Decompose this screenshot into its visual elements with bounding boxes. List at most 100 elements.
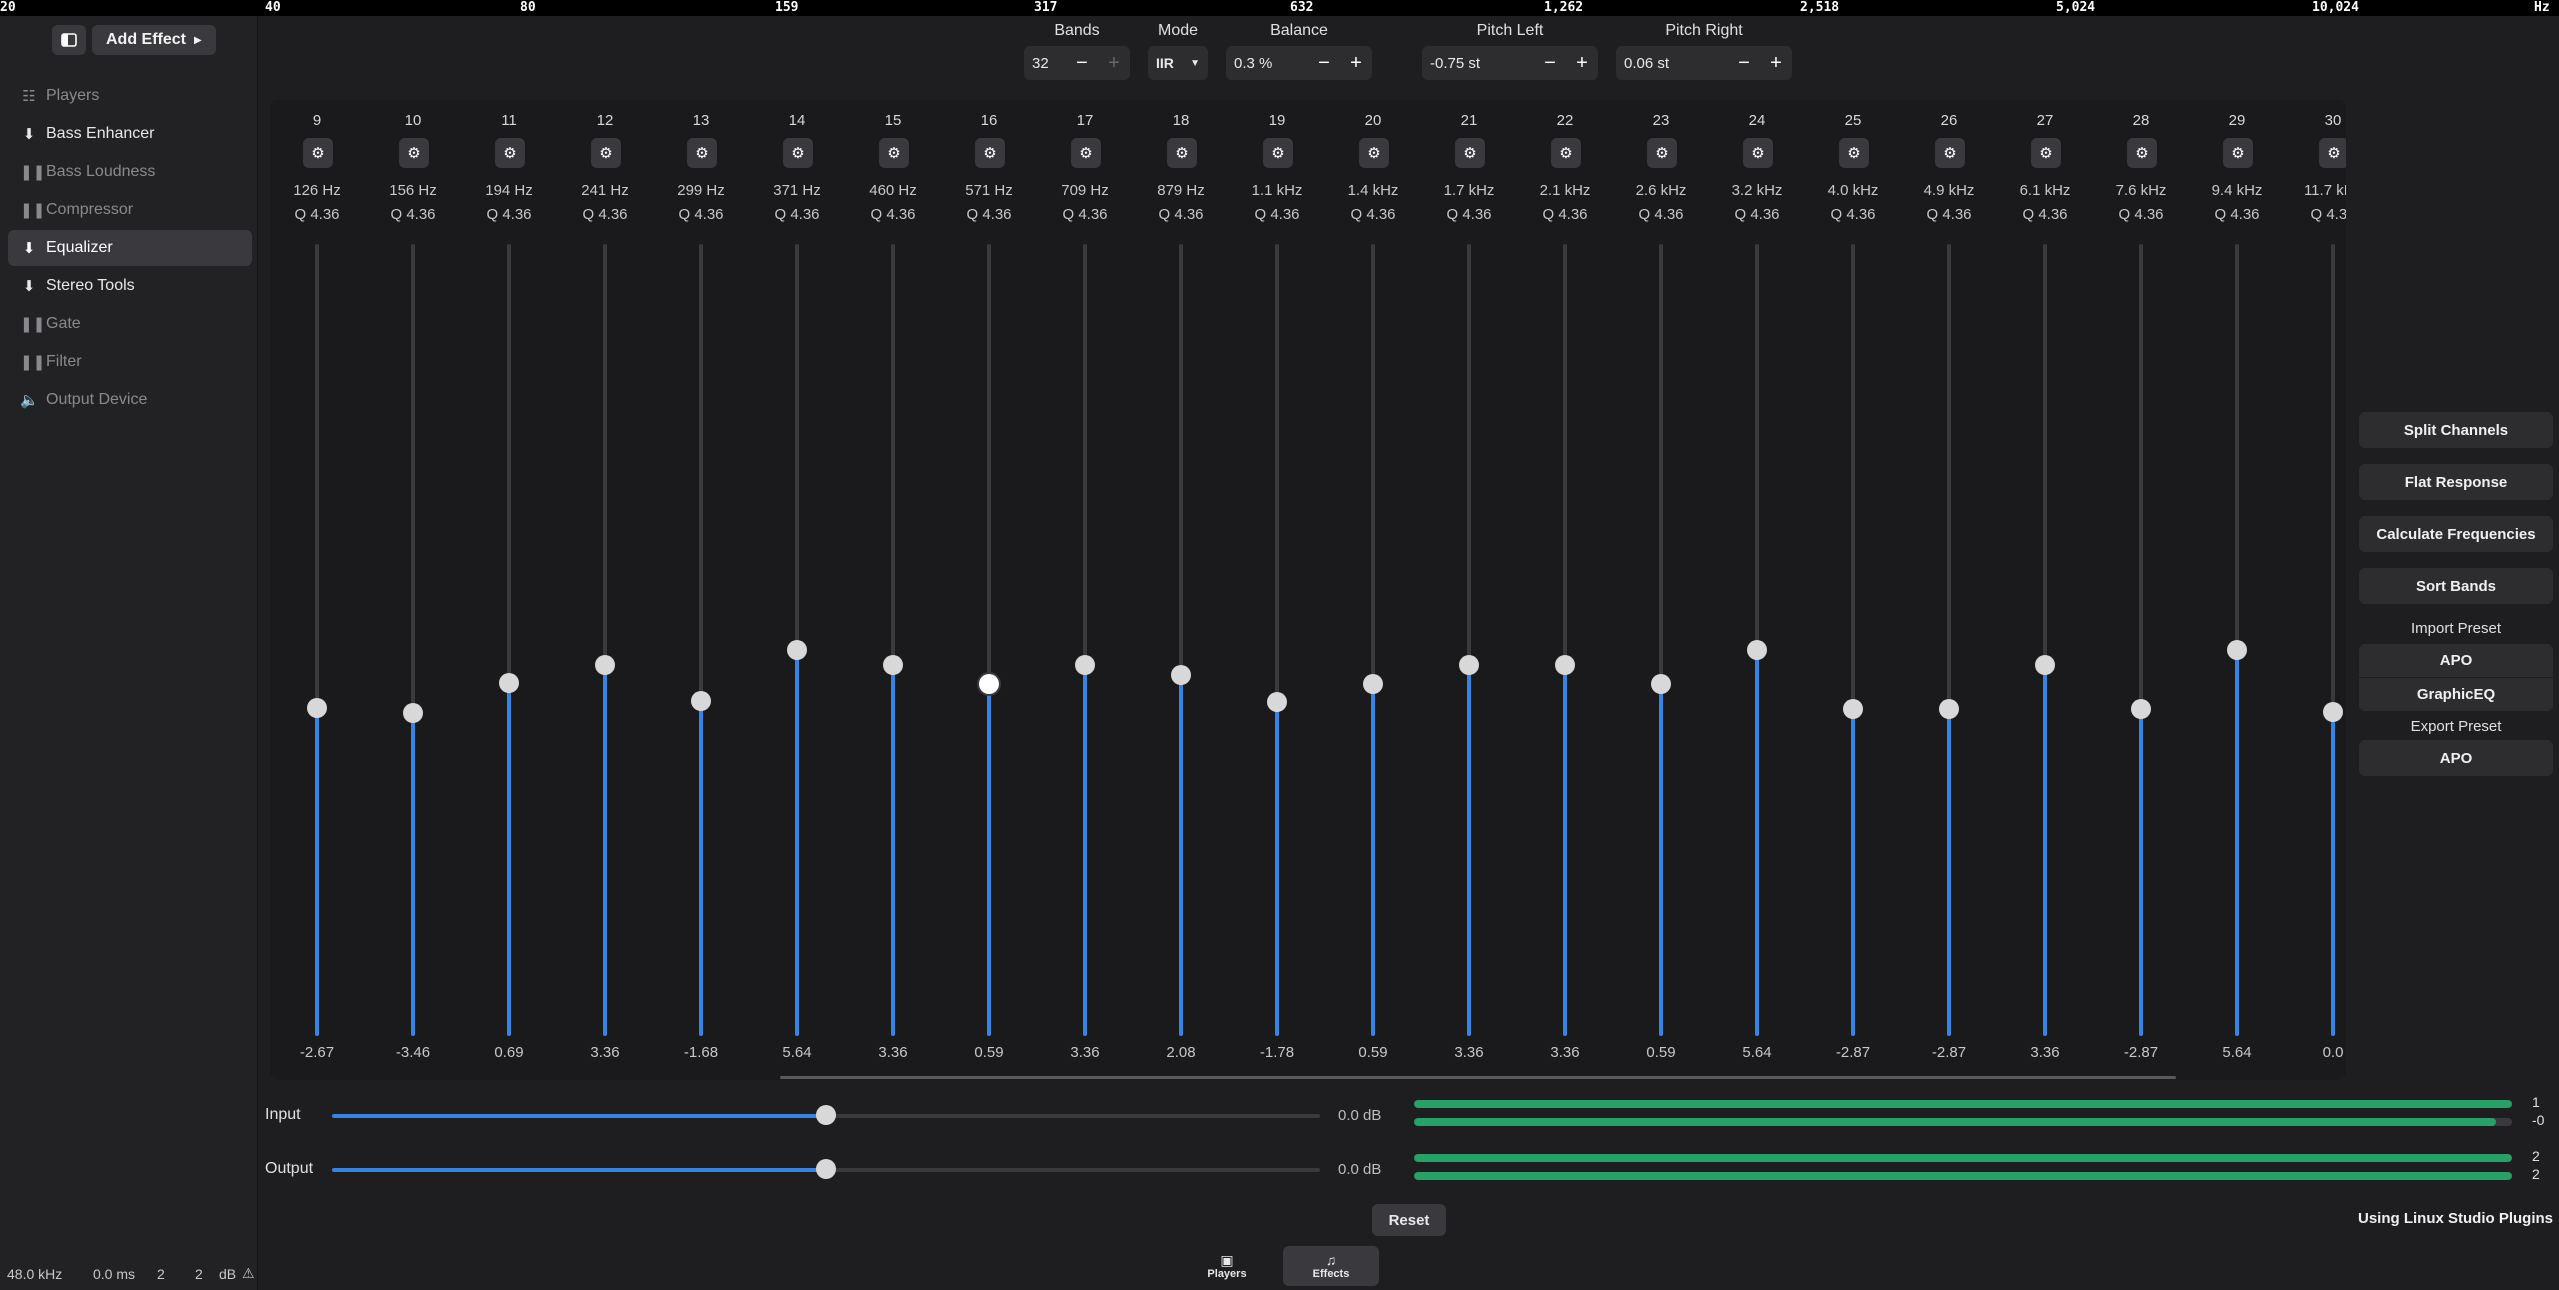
pitch-left-increment-button[interactable]: +: [1566, 52, 1598, 75]
band-gain-handle[interactable]: [2227, 640, 2247, 660]
band-settings-button[interactable]: ⚙: [1839, 138, 1869, 168]
gear-icon: ⚙: [407, 145, 421, 162]
band-q: Q 4.36: [1062, 206, 1108, 223]
band-settings-button[interactable]: ⚙: [495, 138, 525, 168]
band-gain-handle[interactable]: [1555, 655, 1575, 675]
band-settings-button[interactable]: ⚙: [879, 138, 909, 168]
gear-icon: ⚙: [1079, 145, 1093, 162]
band-gain-handle[interactable]: [2323, 702, 2343, 722]
tab-effects[interactable]: ♫ Effects: [1283, 1246, 1379, 1286]
input-gain-handle[interactable]: [816, 1105, 836, 1125]
pitch-left-decrement-button[interactable]: −: [1534, 52, 1566, 75]
band-settings-button[interactable]: ⚙: [2319, 138, 2346, 168]
reset-button[interactable]: Reset: [1372, 1204, 1446, 1236]
band-gain-value: -2.87: [2123, 1044, 2159, 1061]
band-settings-button[interactable]: ⚙: [1743, 138, 1773, 168]
add-effect-button[interactable]: Add Effect ▶: [92, 25, 216, 55]
band-gain-handle[interactable]: [1939, 699, 1959, 719]
band-gain-handle[interactable]: [1843, 699, 1863, 719]
band-settings-button[interactable]: ⚙: [591, 138, 621, 168]
band-frequency: 879 Hz: [1157, 182, 1205, 199]
band-settings-button[interactable]: ⚙: [975, 138, 1005, 168]
sidebar-item-stereo-tools[interactable]: ⬇ Stereo Tools: [8, 268, 252, 304]
band-gain-handle[interactable]: [1267, 692, 1287, 712]
band-settings-button[interactable]: ⚙: [783, 138, 813, 168]
band-gain-handle[interactable]: [979, 674, 999, 694]
import-graphiceq-button[interactable]: GraphicEQ: [2359, 678, 2553, 711]
band-gain-handle[interactable]: [883, 655, 903, 675]
bands-increment-button[interactable]: +: [1098, 52, 1130, 75]
sidebar-item-equalizer[interactable]: ⬇ Equalizer: [8, 230, 252, 266]
export-apo-button[interactable]: APO: [2359, 740, 2553, 776]
band-settings-button[interactable]: ⚙: [687, 138, 717, 168]
mode-dropdown[interactable]: IIR ▼: [1148, 46, 1208, 80]
bands-decrement-button[interactable]: −: [1066, 52, 1098, 75]
sidebar-item-output-device[interactable]: 🔈 Output Device: [8, 382, 252, 418]
sidebar-item-compressor[interactable]: ❚❚ Compressor: [8, 192, 252, 228]
band-settings-button[interactable]: ⚙: [1935, 138, 1965, 168]
sidebar-item-filter[interactable]: ❚❚ Filter: [8, 344, 252, 380]
band-gain-handle[interactable]: [307, 698, 327, 718]
band-gain-handle[interactable]: [691, 691, 711, 711]
band-gain-handle[interactable]: [1075, 655, 1095, 675]
pitch-left-value[interactable]: -0.75 st: [1422, 55, 1534, 72]
band-gain-value: 0.69: [494, 1044, 524, 1061]
output-gain-handle[interactable]: [816, 1159, 836, 1179]
sidebar-item-label: Filter: [46, 353, 82, 370]
band-q: Q 4.36: [2310, 206, 2346, 223]
band-settings-button[interactable]: ⚙: [2223, 138, 2253, 168]
band-settings-button[interactable]: ⚙: [1359, 138, 1389, 168]
sidebar-toggle-button[interactable]: [52, 25, 86, 55]
tab-players[interactable]: ▣ Players: [1179, 1246, 1275, 1286]
band-gain-handle[interactable]: [403, 703, 423, 723]
band-settings-button[interactable]: ⚙: [2031, 138, 2061, 168]
bands-scrollbar[interactable]: [780, 1076, 2176, 1079]
band-settings-button[interactable]: ⚙: [1551, 138, 1581, 168]
band-number: 17: [1076, 112, 1094, 129]
band-q: Q 4.36: [966, 206, 1012, 223]
pitch-right-increment-button[interactable]: +: [1760, 52, 1792, 75]
output-gain-slider[interactable]: [332, 1159, 1320, 1179]
mode-value: IIR: [1156, 55, 1174, 71]
band-settings-button[interactable]: ⚙: [399, 138, 429, 168]
pitch-right-decrement-button[interactable]: −: [1728, 52, 1760, 75]
band-settings-button[interactable]: ⚙: [2127, 138, 2157, 168]
band-settings-button[interactable]: ⚙: [1167, 138, 1197, 168]
import-apo-button[interactable]: APO: [2359, 644, 2553, 677]
band-gain-handle[interactable]: [787, 640, 807, 660]
band-frequency: 4.9 kHz: [1923, 182, 1975, 199]
pitch-right-value[interactable]: 0.06 st: [1616, 55, 1728, 72]
band-gain-handle[interactable]: [1459, 655, 1479, 675]
sidebar-item-bass-loudness[interactable]: ❚❚ Bass Loudness: [8, 154, 252, 190]
sidebar-item-players[interactable]: ☷ Players: [8, 78, 252, 114]
level-meter-fill: [1414, 1154, 2512, 1162]
tab-label: Players: [1207, 1267, 1247, 1280]
band-gain-handle[interactable]: [1651, 674, 1671, 694]
input-gain-slider[interactable]: [332, 1105, 1320, 1125]
band-gain-handle[interactable]: [499, 673, 519, 693]
balance-increment-button[interactable]: +: [1340, 52, 1372, 75]
balance-value[interactable]: 0.3 %: [1226, 55, 1308, 72]
balance-decrement-button[interactable]: −: [1308, 52, 1340, 75]
sidebar-item-bass-enhancer[interactable]: ⬇ Bass Enhancer: [8, 116, 252, 152]
band-gain-handle[interactable]: [2035, 655, 2055, 675]
band-settings-button[interactable]: ⚙: [1263, 138, 1293, 168]
calculate-frequencies-button[interactable]: Calculate Frequencies: [2359, 516, 2553, 552]
band-gain-handle[interactable]: [2131, 699, 2151, 719]
sidebar-item-label: Compressor: [46, 201, 134, 218]
sidebar-item-gate[interactable]: ❚❚ Gate: [8, 306, 252, 342]
band-10: 10 ⚙ 156 Hz Q 4.36 -3.46: [365, 100, 461, 1080]
sort-bands-button[interactable]: Sort Bands: [2359, 568, 2553, 604]
bands-value[interactable]: 32: [1024, 55, 1066, 72]
band-settings-button[interactable]: ⚙: [303, 138, 333, 168]
band-gain-value: -2.87: [1931, 1044, 1967, 1061]
split-channels-button[interactable]: Split Channels: [2359, 412, 2553, 448]
band-gain-handle[interactable]: [1363, 674, 1383, 694]
band-gain-handle[interactable]: [595, 655, 615, 675]
band-gain-handle[interactable]: [1747, 640, 1767, 660]
band-settings-button[interactable]: ⚙: [1071, 138, 1101, 168]
band-settings-button[interactable]: ⚙: [1455, 138, 1485, 168]
band-settings-button[interactable]: ⚙: [1647, 138, 1677, 168]
band-gain-handle[interactable]: [1171, 665, 1191, 685]
flat-response-button[interactable]: Flat Response: [2359, 464, 2553, 500]
